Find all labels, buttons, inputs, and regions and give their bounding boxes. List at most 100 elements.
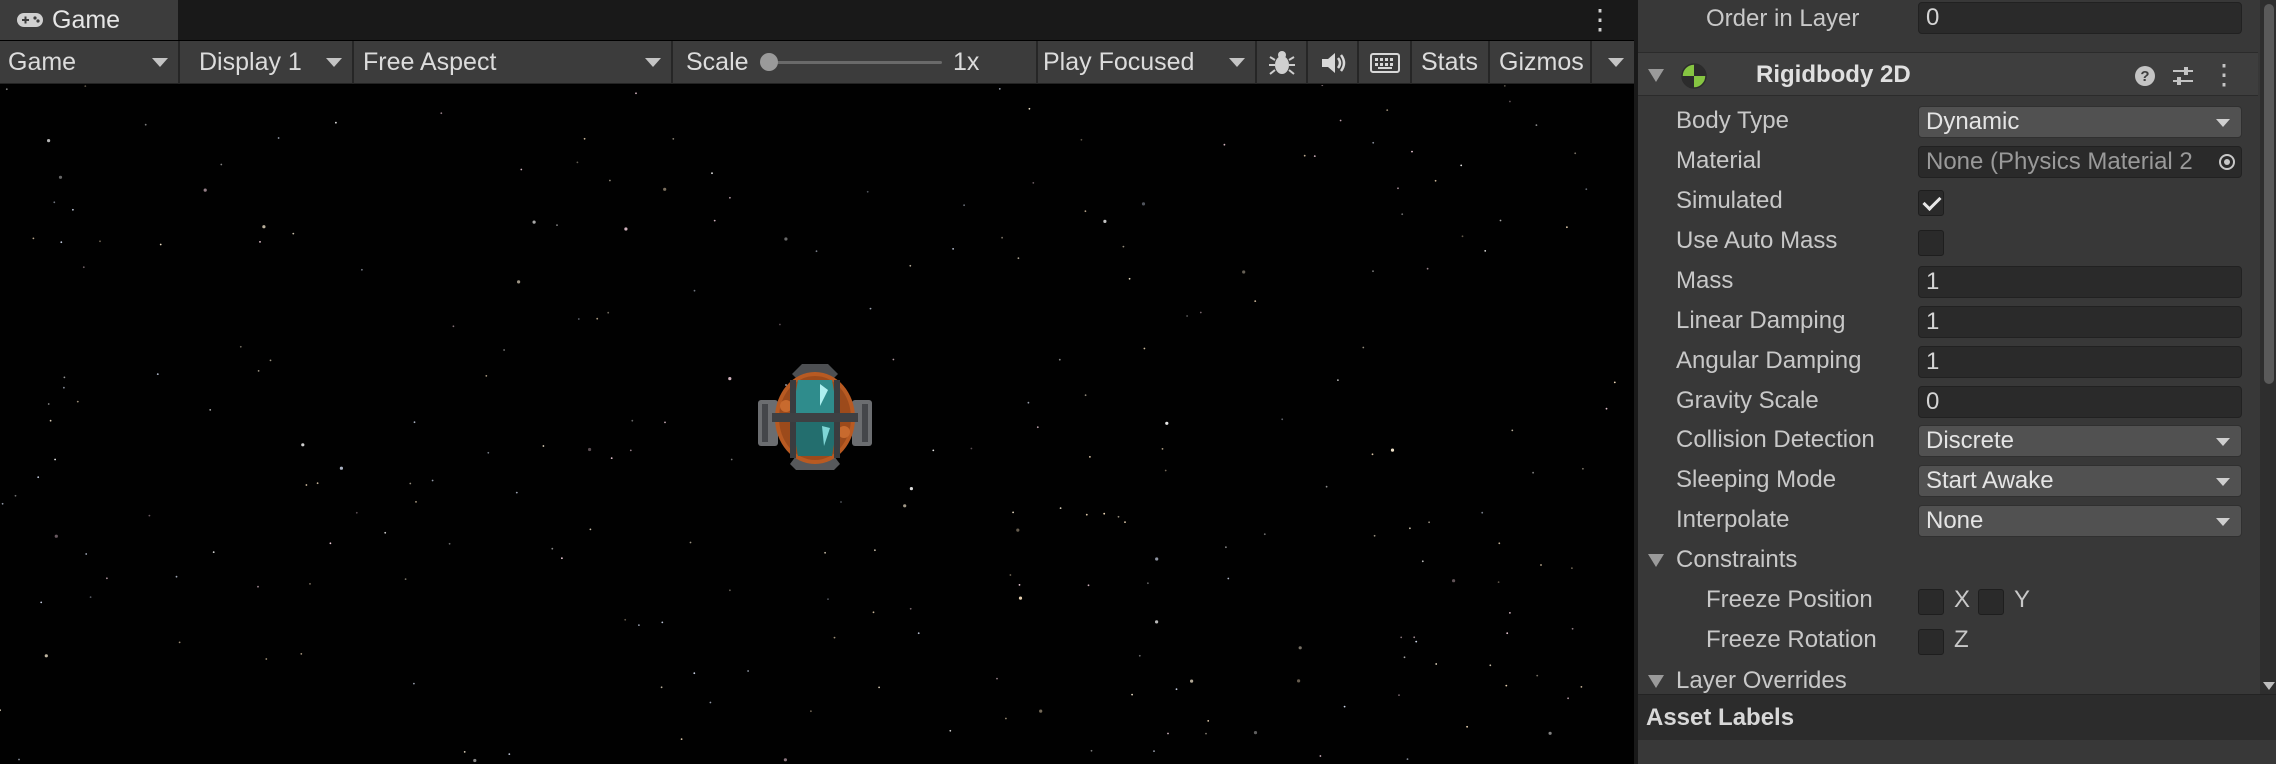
star bbox=[44, 654, 48, 658]
order-in-layer-field[interactable]: 0 bbox=[1918, 2, 2242, 34]
aspect-label: Free Aspect bbox=[363, 48, 497, 76]
interpolate-value: None bbox=[1926, 507, 1984, 534]
star bbox=[413, 421, 416, 424]
use-auto-mass-checkbox[interactable] bbox=[1918, 230, 1944, 256]
material-object-field[interactable]: None (Physics Material 2 bbox=[1918, 146, 2242, 178]
angular-damping-field[interactable]: 1 bbox=[1918, 346, 2242, 378]
foldout-arrow-icon[interactable] bbox=[1648, 554, 1664, 567]
view-mode-label: Game bbox=[8, 48, 77, 76]
star bbox=[53, 201, 56, 204]
star bbox=[1090, 749, 1093, 752]
display-dropdown[interactable]: Display 1 bbox=[181, 41, 354, 84]
mute-audio-button[interactable] bbox=[1309, 41, 1359, 84]
star bbox=[583, 137, 586, 140]
gravity-scale-field[interactable]: 0 bbox=[1918, 386, 2242, 418]
sleeping-mode-dropdown[interactable]: Start Awake bbox=[1918, 465, 2242, 497]
star bbox=[58, 175, 63, 179]
star bbox=[1190, 679, 1194, 683]
constraints-foldout[interactable]: Constraints bbox=[1638, 541, 2258, 579]
star bbox=[517, 280, 521, 284]
star bbox=[76, 400, 79, 403]
presets-sliders-icon[interactable] bbox=[2171, 65, 2195, 87]
star bbox=[1313, 155, 1316, 157]
star bbox=[1411, 150, 1413, 153]
foldout-arrow-icon[interactable] bbox=[1648, 675, 1664, 688]
view-mode-dropdown[interactable]: Game bbox=[0, 41, 180, 84]
star bbox=[1372, 270, 1374, 273]
debug-bug-button[interactable] bbox=[1258, 41, 1308, 84]
star bbox=[1131, 693, 1133, 696]
star bbox=[824, 551, 826, 554]
simulated-checkbox[interactable] bbox=[1918, 190, 1944, 216]
star bbox=[1186, 315, 1188, 317]
gizmos-label: Gizmos bbox=[1499, 48, 1584, 76]
star bbox=[1225, 546, 1227, 549]
star bbox=[316, 482, 319, 485]
star bbox=[709, 701, 712, 704]
interpolate-dropdown[interactable]: None bbox=[1918, 505, 2242, 537]
star bbox=[869, 307, 872, 310]
collision-detection-dropdown[interactable]: Discrete bbox=[1918, 425, 2242, 457]
freeze-position-y-checkbox[interactable] bbox=[1978, 589, 2004, 615]
star bbox=[1103, 512, 1106, 515]
star bbox=[664, 421, 666, 424]
star bbox=[1087, 584, 1090, 587]
star bbox=[1339, 119, 1342, 122]
chevron-down-icon bbox=[152, 58, 168, 67]
scroll-down-arrow-icon[interactable] bbox=[2263, 682, 2275, 690]
mass-field[interactable]: 1 bbox=[1918, 266, 2242, 298]
gizmos-button[interactable]: Gizmos bbox=[1491, 41, 1592, 84]
star bbox=[1505, 684, 1508, 687]
scale-slider-handle[interactable] bbox=[760, 53, 778, 71]
star bbox=[1509, 612, 1511, 614]
object-picker-icon[interactable] bbox=[2218, 153, 2236, 171]
star bbox=[1032, 182, 1035, 184]
material-label: Material bbox=[1676, 147, 1762, 174]
star bbox=[970, 447, 973, 450]
inspector-scrollbar[interactable] bbox=[2260, 0, 2276, 696]
scale-slider-track[interactable] bbox=[762, 61, 942, 64]
star bbox=[1058, 358, 1061, 361]
aspect-dropdown[interactable]: Free Aspect bbox=[355, 41, 673, 84]
play-mode-dropdown[interactable]: Play Focused bbox=[1039, 41, 1257, 84]
star bbox=[1511, 429, 1514, 432]
star bbox=[1509, 100, 1511, 103]
body-type-dropdown[interactable]: Dynamic bbox=[1918, 106, 2242, 138]
star bbox=[329, 542, 332, 545]
star bbox=[1484, 250, 1487, 252]
star bbox=[1421, 560, 1424, 563]
shortcuts-button[interactable] bbox=[1360, 41, 1412, 84]
linear-damping-field[interactable]: 1 bbox=[1918, 306, 2242, 338]
kebab-menu-icon[interactable]: ⋮ bbox=[1586, 4, 1614, 36]
gizmos-dropdown-button[interactable] bbox=[1593, 41, 1634, 84]
layer-overrides-foldout[interactable]: Layer Overrides bbox=[1638, 662, 2258, 696]
star bbox=[40, 601, 43, 604]
scrollbar-thumb[interactable] bbox=[2264, 4, 2274, 384]
star bbox=[729, 196, 731, 199]
help-icon[interactable]: ? bbox=[2134, 65, 2156, 87]
freeze-rotation-z-checkbox[interactable] bbox=[1918, 629, 1944, 655]
stats-button[interactable]: Stats bbox=[1413, 41, 1490, 84]
star bbox=[1103, 219, 1107, 223]
star bbox=[259, 241, 261, 243]
star bbox=[32, 237, 35, 240]
star bbox=[361, 268, 363, 271]
star bbox=[413, 682, 415, 685]
star bbox=[1574, 152, 1577, 155]
rigidbody-2d-icon bbox=[1681, 63, 1707, 89]
freeze-position-x-checkbox[interactable] bbox=[1918, 589, 1944, 615]
star bbox=[1373, 534, 1376, 537]
game-canvas[interactable] bbox=[0, 85, 1634, 764]
star bbox=[1085, 513, 1088, 516]
tab-game[interactable]: Game bbox=[0, 0, 178, 40]
freeze-rotation-label: Freeze Rotation bbox=[1706, 626, 1877, 653]
star bbox=[54, 534, 58, 538]
foldout-arrow-icon[interactable] bbox=[1648, 69, 1664, 82]
star bbox=[220, 163, 223, 166]
asset-labels-header[interactable]: Asset Labels bbox=[1638, 694, 2276, 740]
rigidbody-2d-header[interactable]: Rigidbody 2D ? ⋮ bbox=[1638, 52, 2258, 96]
star bbox=[503, 349, 505, 351]
component-menu-icon[interactable]: ⋮ bbox=[2210, 57, 2238, 93]
star bbox=[1254, 300, 1257, 302]
star bbox=[779, 323, 781, 326]
